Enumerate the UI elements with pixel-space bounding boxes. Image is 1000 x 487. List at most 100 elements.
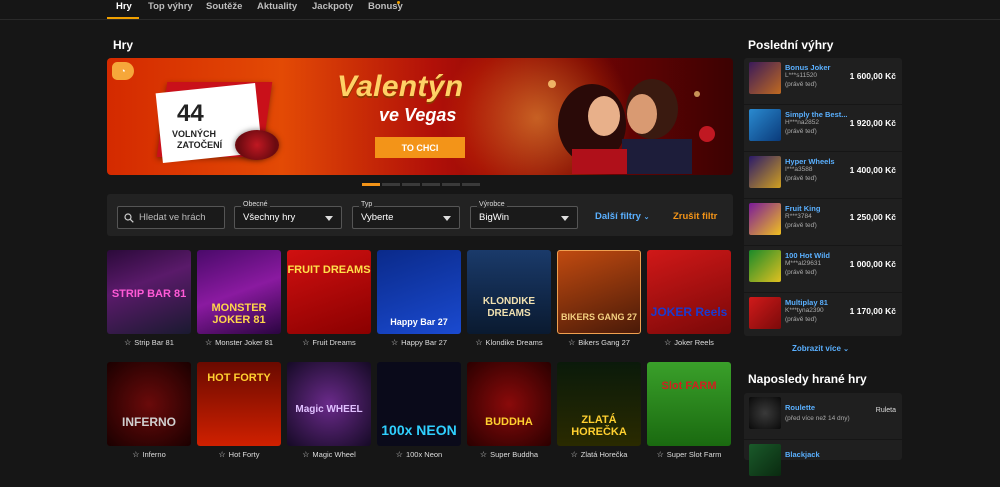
list-item[interactable]: Bonus Joker L***s11520 (právě teď) 1 600… (744, 58, 902, 105)
game-caption: ☆ Happy Bar 27 (377, 338, 461, 347)
favorite-star-icon[interactable]: ☆ (391, 338, 398, 347)
win-game-name[interactable]: 100 Hot Wild (785, 251, 830, 260)
game-thumbnail[interactable]: Slot FARM (647, 362, 731, 446)
banner-subheadline: ve Vegas (379, 105, 457, 125)
game-thumbnail[interactable]: HOT FORTY (197, 362, 281, 446)
chevron-down-icon (443, 216, 451, 221)
favorite-star-icon[interactable]: ☆ (480, 450, 487, 459)
game-thumbnail[interactable]: Happy Bar 27 (377, 250, 461, 334)
win-game-name[interactable]: Hyper Wheels (785, 157, 835, 166)
game-thumbnail[interactable]: MONSTER JOKER 81 (197, 250, 281, 334)
win-game-name[interactable]: Fruit King (785, 204, 820, 213)
win-time: (právě teď) (785, 81, 817, 88)
win-game-name[interactable]: Simply the Best... (785, 110, 848, 119)
more-filters-link[interactable]: Další filtry ⌄ (595, 211, 649, 222)
recent-game-type: Ruleta (875, 407, 896, 414)
game-name: Magic Wheel (312, 450, 356, 459)
win-amount: 1 170,00 Kč (849, 306, 896, 316)
chevron-down-icon: ⌄ (643, 214, 650, 221)
win-amount: 1 000,00 Kč (849, 259, 896, 269)
game-caption: ☆ Zlatá Horečka (557, 450, 641, 459)
favorite-star-icon[interactable]: ☆ (124, 338, 131, 347)
carousel-dot[interactable] (402, 183, 420, 186)
win-user: R***3784 (785, 213, 812, 220)
game-name: Zlatá Horečka (580, 450, 628, 459)
game-caption: ☆ Super Buddha (467, 450, 551, 459)
game-thumbnail[interactable]: BIKERS GANG 27 (557, 250, 641, 334)
game-thumbnail (749, 156, 781, 188)
favorite-star-icon[interactable]: ☆ (218, 450, 225, 459)
game-thumbnail[interactable]: ZLATÁ HOREČKA (557, 362, 641, 446)
carousel-dot-active[interactable] (362, 183, 380, 186)
game-caption: ☆ Strip Bar 81 (107, 338, 191, 347)
game-thumbnail[interactable]: STRIP BAR 81 (107, 250, 191, 334)
general-select-label: Obecné (241, 201, 270, 208)
game-thumbnail[interactable]: INFERNO (107, 362, 191, 446)
search-input[interactable]: Hledat ve hrách (117, 206, 225, 229)
game-art-title: STRIP BAR 81 (111, 288, 187, 300)
vendor-select[interactable]: Výrobce BigWin (470, 201, 578, 229)
game-name: Joker Reels (674, 338, 714, 347)
game-thumbnail[interactable]: 100x NEON (377, 362, 461, 446)
list-item[interactable]: 100 Hot Wild M***al29631 (právě teď) 1 0… (744, 246, 902, 293)
favorite-star-icon[interactable]: ☆ (396, 450, 403, 459)
game-thumbnail[interactable]: JOKER Reels (647, 250, 731, 334)
favorite-star-icon[interactable]: ☆ (132, 450, 139, 459)
show-more-label: Zobrazit více (792, 344, 841, 353)
game-thumbnail (749, 397, 781, 429)
list-item[interactable]: Multiplay 81 K***tyna2390 (právě teď) 1 … (744, 293, 902, 340)
favorite-star-icon[interactable]: ☆ (664, 338, 671, 347)
game-thumbnail (749, 297, 781, 329)
favorite-star-icon[interactable]: ☆ (571, 450, 578, 459)
carousel-dot[interactable] (442, 183, 460, 186)
tab-top-vyhry[interactable]: Top výhry (148, 1, 193, 12)
list-item[interactable]: Roulette (před více než 14 dny) Ruleta (744, 393, 902, 440)
game-thumbnail[interactable]: KLONDIKE DREAMS (467, 250, 551, 334)
game-thumbnail[interactable]: FRUIT DREAMS (287, 250, 371, 334)
favorite-star-icon[interactable]: ☆ (475, 338, 482, 347)
banner-cta-button[interactable]: TO CHCI (375, 137, 465, 158)
list-item[interactable]: Hyper Wheels I***a3588 (právě teď) 1 400… (744, 152, 902, 199)
carousel-dot[interactable] (382, 183, 400, 186)
carousel-dot[interactable] (422, 183, 440, 186)
type-select[interactable]: Typ Vyberte (352, 201, 460, 229)
game-caption: ☆ Monster Joker 81 (197, 338, 281, 347)
recent-game-time: (před více než 14 dny) (785, 415, 850, 422)
favorite-star-icon[interactable]: ☆ (302, 450, 309, 459)
tab-hry[interactable]: Hry (116, 1, 132, 12)
search-icon (124, 213, 134, 223)
list-item[interactable]: Simply the Best... H***na2852 (právě teď… (744, 105, 902, 152)
tab-jackpoty[interactable]: Jackpoty (312, 1, 353, 12)
latest-wins-title: Poslední výhry (748, 38, 834, 52)
favorite-star-icon[interactable]: ☆ (205, 338, 212, 347)
favorite-star-icon[interactable]: ☆ (302, 338, 309, 347)
promo-banner[interactable]: ◔ 44 VOLNÝCH ZATOČENÍ Valentýn ve Vegas … (107, 58, 733, 175)
tab-souteze[interactable]: Soutěže (206, 1, 242, 12)
general-select[interactable]: Obecné Všechny hry (234, 201, 342, 229)
win-game-name[interactable]: Bonus Joker (785, 63, 830, 72)
favorite-star-icon[interactable]: ☆ (657, 450, 664, 459)
carousel-dot[interactable] (462, 183, 480, 186)
recent-game-name[interactable]: Blackjack (785, 450, 820, 459)
game-name: Happy Bar 27 (401, 338, 448, 347)
type-select-value: Vyberte (361, 212, 394, 223)
clear-filters-link[interactable]: Zrušit filtr (673, 211, 717, 222)
win-user: L***s11520 (785, 72, 818, 79)
game-art-title: FRUIT DREAMS (287, 264, 371, 276)
favorite-star-icon[interactable]: ☆ (568, 338, 575, 347)
show-more-link[interactable]: Zobrazit více ⌄ (792, 344, 849, 353)
game-thumbnail[interactable]: Magic WHEEL (287, 362, 371, 446)
list-item[interactable]: Fruit King R***3784 (právě teď) 1 250,00… (744, 199, 902, 246)
win-time: (právě teď) (785, 316, 817, 323)
more-filters-label: Další filtry (595, 211, 641, 222)
game-thumbnail[interactable]: BUDDHA (467, 362, 551, 446)
list-item[interactable]: Blackjack (744, 440, 902, 487)
win-game-name[interactable]: Multiplay 81 (785, 298, 828, 307)
game-art-title: BUDDHA (485, 416, 533, 428)
recent-game-name[interactable]: Roulette (785, 403, 815, 412)
chevron-down-icon: ⌄ (843, 346, 850, 353)
tab-aktuality[interactable]: Aktuality (257, 1, 297, 12)
win-amount: 1 400,00 Kč (849, 165, 896, 175)
brand-logo-icon: ◔ (112, 62, 134, 80)
game-name: Fruit Dreams (312, 338, 356, 347)
